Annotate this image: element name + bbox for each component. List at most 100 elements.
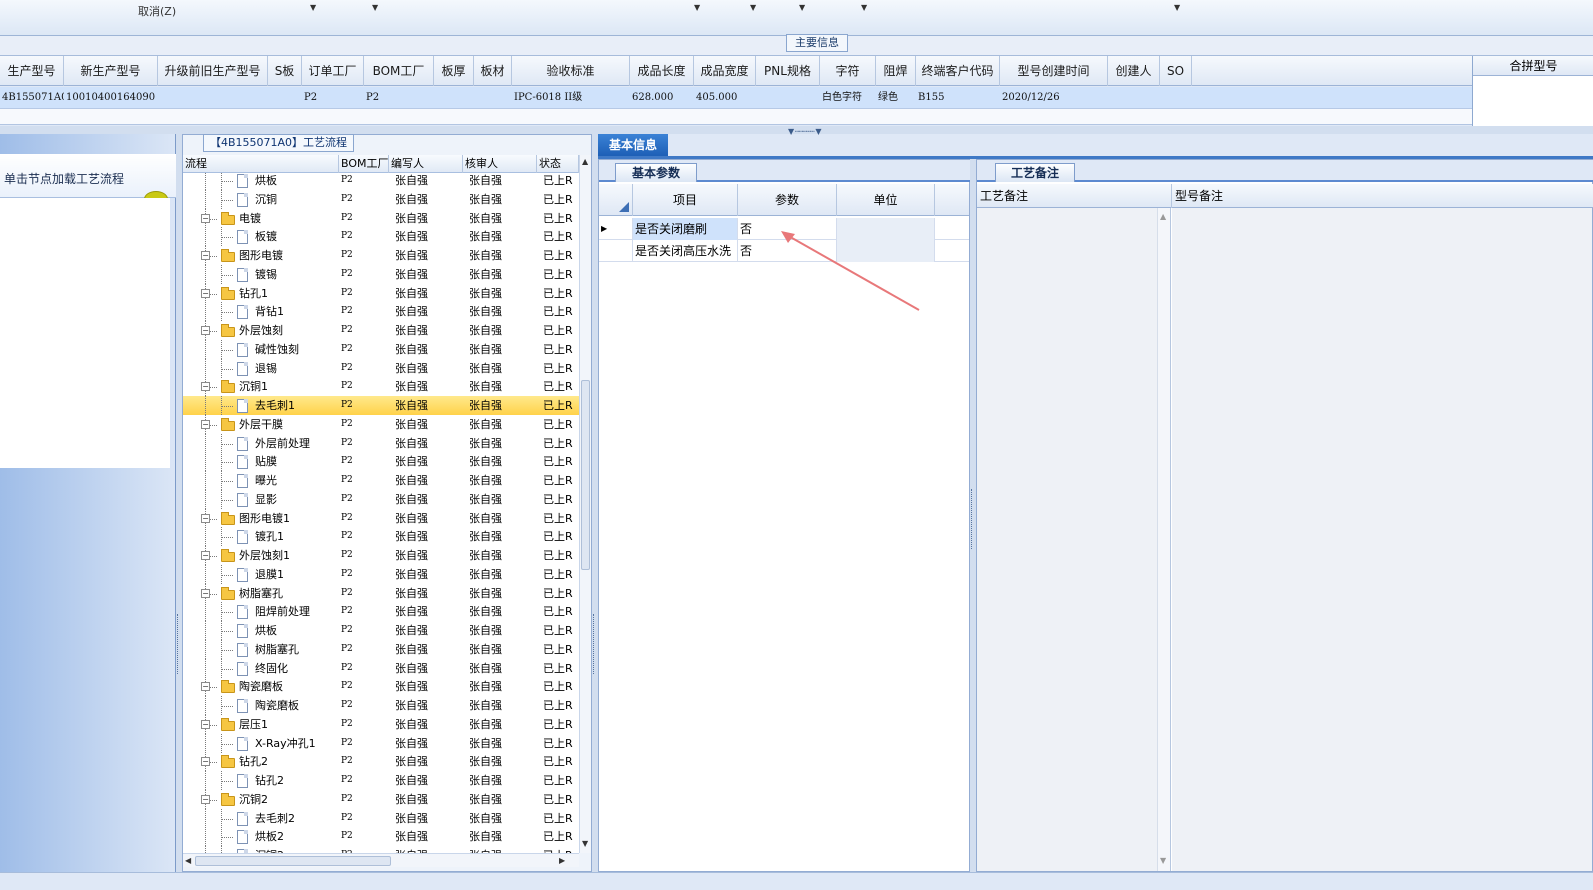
grid-cell[interactable]: IPC-6018 II级 <box>514 87 630 109</box>
grid-cell[interactable] <box>1162 87 1192 109</box>
model-notes-area[interactable] <box>1172 208 1592 871</box>
grid-cell[interactable] <box>160 87 268 109</box>
tree-row[interactable]: − 图形电镀 P2 张自强 张自强 已上R <box>183 246 579 265</box>
tree-row[interactable]: − 电镀 P2 张自强 张自强 已上R <box>183 208 579 228</box>
grid-col-header[interactable]: SO <box>1160 56 1192 86</box>
tree-row[interactable]: − 钻孔2 P2 张自强 张自强 已上R <box>183 752 579 772</box>
tab-process-notes[interactable]: 工艺备注 <box>995 163 1075 182</box>
collapse-icon[interactable]: − <box>201 513 210 523</box>
tree-row[interactable]: 外层前处理 P2 张自强 张自强 已上R <box>183 433 579 453</box>
tree-col-header[interactable]: 状态 <box>537 155 579 173</box>
col-header-item[interactable]: 项目 <box>633 184 738 216</box>
chevron-down-icon[interactable]: ▼ <box>1174 3 1180 12</box>
process-notes-area[interactable] <box>977 208 1171 871</box>
main-info-label[interactable]: 主要信息 <box>786 34 848 52</box>
scroll-up-icon[interactable]: ▲ <box>582 157 588 166</box>
grid-col-header[interactable]: 型号创建时间 <box>1000 56 1108 86</box>
collapse-icon[interactable]: − <box>201 288 210 298</box>
grid-col-header[interactable]: 字符 <box>820 56 876 86</box>
tab-basic-params[interactable]: 基本参数 <box>615 163 697 182</box>
col-header-process-notes[interactable]: 工艺备注 <box>977 184 1172 208</box>
tree-row[interactable]: 树脂塞孔 P2 张自强 张自强 已上R <box>183 639 579 659</box>
grid-cell[interactable]: 2020/12/26 <box>1002 87 1108 109</box>
col-header-param[interactable]: 参数 <box>738 184 837 216</box>
grid-col-header[interactable]: 新生产型号 <box>64 56 158 86</box>
chevron-down-icon[interactable]: ▼ <box>372 3 378 12</box>
scrollbar-thumb[interactable] <box>581 380 590 570</box>
tree-row[interactable]: − 沉铜1 P2 张自强 张自强 已上R <box>183 377 579 397</box>
col-header-unit[interactable]: 单位 <box>837 184 935 216</box>
grid-col-header[interactable]: 验收标准 <box>512 56 630 86</box>
grid-cell[interactable]: 628.000 <box>632 87 694 109</box>
collapse-icon[interactable]: − <box>201 794 210 804</box>
tree-row[interactable]: 烘板 P2 张自强 张自强 已上R <box>183 173 579 190</box>
tree-row[interactable]: 终固化 P2 张自强 张自强 已上R <box>183 658 579 678</box>
collapse-icon[interactable]: − <box>201 719 210 729</box>
process-tree[interactable]: 烘板 P2 张自强 张自强 已上R 沉铜 P2 张自强 张自强 已上R − 电镀 P2 张自强 张自强 已上R… <box>183 173 579 853</box>
collapse-icon[interactable]: − <box>201 682 210 692</box>
tree-row[interactable]: 钻孔2 P2 张自强 张自强 已上R <box>183 771 579 790</box>
tree-row[interactable]: 镀锡 P2 张自强 张自强 已上R <box>183 264 579 284</box>
tree-row[interactable]: − 外层蚀刻1 P2 张自强 张自强 已上R <box>183 546 579 565</box>
tree-row[interactable]: 曝光 P2 张自强 张自强 已上R <box>183 471 579 490</box>
chevron-down-icon[interactable]: ▼ <box>310 3 316 12</box>
tree-row[interactable]: 沉铜 P2 张自强 张自强 已上R <box>183 189 579 209</box>
grid-col-header[interactable]: S板 <box>268 56 302 86</box>
tree-row[interactable]: − 图形电镀1 P2 张自强 张自强 已上R <box>183 508 579 528</box>
grid-col-header[interactable]: 终端客户代码 <box>916 56 1000 86</box>
tree-col-header[interactable]: 流程 <box>183 155 339 173</box>
tree-row[interactable]: − 外层干膜 P2 张自强 张自强 已上R <box>183 414 579 434</box>
tree-row[interactable]: − 沉铜2 P2 张自强 张自强 已上R <box>183 789 579 809</box>
horizontal-splitter[interactable]: ▼ ┄┄┄┄┄ ▼ <box>0 126 1593 136</box>
grid-cell[interactable] <box>758 87 820 109</box>
tree-col-header[interactable]: 编写人 <box>389 155 463 173</box>
scroll-up-icon[interactable]: ▲ <box>1160 212 1166 221</box>
chevron-down-icon[interactable]: ▼ <box>799 3 805 12</box>
tree-row[interactable]: − 外层蚀刻 P2 张自强 张自强 已上R <box>183 321 579 340</box>
tree-col-header[interactable]: 核审人 <box>463 155 537 173</box>
grid-col-header[interactable]: BOM工厂 <box>364 56 434 86</box>
grid-col-header[interactable]: 订单工厂 <box>302 56 364 86</box>
grid-cell[interactable]: P2 <box>366 87 434 109</box>
collapse-icon[interactable]: − <box>201 213 210 223</box>
collapse-icon[interactable]: − <box>201 551 210 560</box>
tree-vertical-scrollbar[interactable]: ▲ ▼ <box>579 155 591 853</box>
tree-row[interactable]: − 层压1 P2 张自强 张自强 已上R <box>183 714 579 734</box>
notes-scrollbar[interactable]: ▲ ▼ <box>1157 208 1170 871</box>
tree-row[interactable]: 阻焊前处理 P2 张自强 张自强 已上R <box>183 602 579 622</box>
chevron-down-icon[interactable]: ▼ <box>694 3 700 12</box>
tree-row[interactable]: 退膜1 P2 张自强 张自强 已上R <box>183 564 579 584</box>
grid-col-header[interactable]: PNL规格 <box>756 56 820 86</box>
product-grid-row[interactable]: 4B155071A0 10010400164090 P2 P2 IPC-6018 II级… <box>0 87 1472 109</box>
tree-horizontal-scrollbar[interactable]: ◀ ▶ <box>183 853 579 867</box>
scroll-right-icon[interactable]: ▶ <box>559 856 565 865</box>
grid-col-header[interactable]: 生产型号 <box>0 56 64 86</box>
grid-col-header[interactable]: 创建人 <box>1108 56 1160 86</box>
tree-row[interactable]: 烘板 P2 张自强 张自强 已上R <box>183 621 579 640</box>
scroll-left-icon[interactable]: ◀ <box>185 856 191 865</box>
grid-col-header[interactable]: 板厚 <box>434 56 474 86</box>
grid-cell[interactable]: 10010400164090 <box>66 87 158 109</box>
grid-cell[interactable] <box>270 87 302 109</box>
collapse-icon[interactable]: − <box>201 757 210 767</box>
grid-col-header[interactable]: 成品宽度 <box>694 56 756 86</box>
tree-row[interactable]: 去毛刺2 P2 张自强 张自强 已上R <box>183 808 579 828</box>
chevron-down-icon[interactable]: ▼ <box>861 3 867 12</box>
scroll-down-icon[interactable]: ▼ <box>582 839 588 848</box>
grid-cell[interactable] <box>436 87 474 109</box>
collapse-icon[interactable]: − <box>201 588 210 598</box>
tree-row[interactable]: 烘板2 P2 张自强 张自强 已上R <box>183 827 579 847</box>
tree-row[interactable]: − 钻孔1 P2 张自强 张自强 已上R <box>183 283 579 303</box>
tree-row[interactable]: 板镀 P2 张自强 张自强 已上R <box>183 227 579 247</box>
grid-col-header[interactable]: 板材 <box>474 56 512 86</box>
scrollbar-thumb[interactable] <box>195 856 391 866</box>
row-selector-header[interactable] <box>599 184 633 216</box>
tree-row[interactable]: 显影 P2 张自强 张自强 已上R <box>183 489 579 509</box>
grid-cell[interactable]: P2 <box>304 87 364 109</box>
grid-cell[interactable]: 405.000 <box>696 87 756 109</box>
cancel-menu-item[interactable]: 取消(Z) <box>138 3 176 19</box>
scroll-down-icon[interactable]: ▼ <box>1160 856 1166 865</box>
tree-row[interactable]: 碱性蚀刻 P2 张自强 张自强 已上R <box>183 339 579 359</box>
grid-cell[interactable]: 4B155071A0 <box>2 87 64 109</box>
tree-row[interactable]: 背钻1 P2 张自强 张自强 已上R <box>183 302 579 322</box>
